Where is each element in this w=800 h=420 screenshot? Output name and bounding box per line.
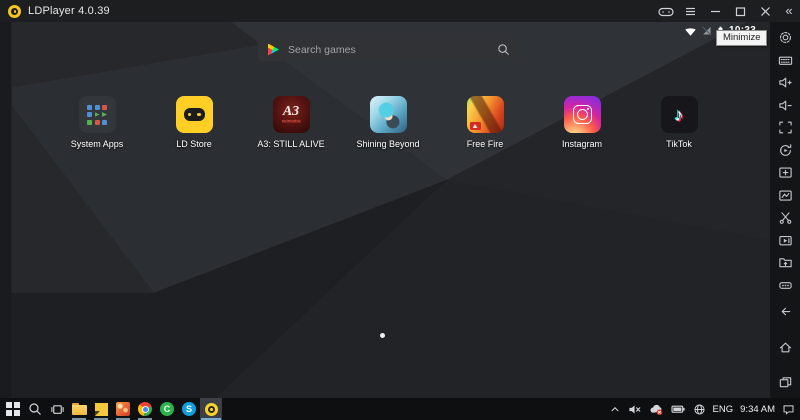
collapse-toolbar-icon[interactable]: « [778, 0, 800, 22]
app-label: Free Fire [467, 139, 504, 149]
volume-muted-icon[interactable] [628, 403, 642, 416]
ldplayer-taskbar-icon[interactable] [200, 398, 222, 420]
sticky-notes-icon[interactable] [90, 398, 112, 420]
taskbar-search-icon[interactable] [24, 398, 46, 420]
chevron-up-icon[interactable] [609, 403, 621, 415]
skype-icon[interactable]: S [178, 398, 200, 420]
battery-icon[interactable] [671, 403, 686, 415]
operation-record-icon[interactable] [778, 188, 793, 203]
sync-icon[interactable] [778, 143, 793, 158]
start-button[interactable] [2, 398, 24, 420]
photos-app-icon[interactable] [112, 398, 134, 420]
chrome-icon[interactable] [134, 398, 156, 420]
onedrive-error-icon[interactable] [649, 403, 664, 416]
file-explorer-icon[interactable] [68, 398, 90, 420]
shared-folder-icon[interactable] [778, 255, 793, 270]
app-grid: System Apps LD Store A3 netmarble A3: ST… [57, 96, 719, 149]
windows-logo-icon [6, 402, 19, 415]
app-shining-beyond[interactable]: Shining Beyond [348, 96, 428, 149]
tiktok-icon: ♪ [661, 96, 698, 133]
back-icon[interactable] [778, 304, 793, 319]
a3-icon: A3 netmarble [273, 96, 310, 133]
app-label: TikTok [666, 139, 692, 149]
window-title: LDPlayer 4.0.39 [28, 5, 110, 17]
app-instagram[interactable]: Instagram [542, 96, 622, 149]
minimize-tooltip: Minimize [716, 30, 767, 46]
app-system-apps[interactable]: System Apps [57, 96, 137, 149]
magnifier-icon[interactable] [497, 43, 510, 56]
app-ld-store[interactable]: LD Store [154, 96, 234, 149]
gamepad-icon[interactable] [653, 0, 678, 22]
keyboard-mapping-icon[interactable] [778, 53, 793, 68]
video-record-icon[interactable] [778, 233, 793, 248]
volume-up-icon[interactable] [778, 75, 793, 90]
ldplayer-logo-icon [8, 5, 21, 18]
system-apps-icon [79, 96, 116, 133]
ld-store-icon [176, 96, 213, 133]
app-label: Instagram [562, 139, 602, 149]
search-games-bar[interactable]: Search games [258, 38, 520, 61]
language-indicator[interactable]: ENG [713, 404, 734, 415]
app-c-icon[interactable]: C [156, 398, 178, 420]
maximize-button[interactable] [728, 0, 753, 22]
recent-apps-icon[interactable] [778, 375, 793, 390]
home-icon[interactable] [778, 340, 793, 355]
no-signal-icon [701, 25, 712, 36]
screenshot-icon[interactable] [778, 165, 793, 180]
system-tray: ENG 9:34 AM [609, 403, 797, 416]
emulator-toolbar [770, 22, 800, 398]
taskbar-clock[interactable]: 9:34 AM [740, 404, 775, 415]
volume-down-icon[interactable] [778, 98, 793, 113]
minimize-button[interactable] [703, 0, 728, 22]
ldplayer-window: LDPlayer 4.0.39 « [0, 0, 800, 420]
action-center-icon[interactable] [782, 403, 795, 416]
menu-icon[interactable] [678, 0, 703, 22]
app-free-fire[interactable]: Free Fire [445, 96, 525, 149]
fullscreen-icon[interactable] [778, 120, 793, 135]
windows-taskbar: C S ENG 9:34 AM [0, 398, 800, 420]
instagram-icon [564, 96, 601, 133]
app-label: A3: STILL ALIVE [257, 139, 324, 149]
cut-icon[interactable] [778, 210, 793, 225]
home-page-indicator [380, 333, 385, 338]
window-controls: « [653, 0, 800, 22]
title-bar: LDPlayer 4.0.39 « [0, 0, 800, 22]
network-icon[interactable] [693, 403, 706, 416]
android-screen: 10:33 Search games System Apps [0, 22, 770, 398]
app-tiktok[interactable]: ♪ TikTok [639, 96, 719, 149]
app-label: LD Store [176, 139, 212, 149]
more-icon[interactable] [778, 278, 793, 293]
google-play-icon [268, 44, 279, 56]
app-label: System Apps [71, 139, 124, 149]
app-label: Shining Beyond [356, 139, 419, 149]
wifi-icon [684, 25, 697, 37]
app-a3-still-alive[interactable]: A3 netmarble A3: STILL ALIVE [251, 96, 331, 149]
search-placeholder: Search games [288, 44, 356, 56]
task-view-icon[interactable] [46, 398, 68, 420]
shining-beyond-icon [370, 96, 407, 133]
settings-icon[interactable] [778, 30, 793, 45]
close-button[interactable] [753, 0, 778, 22]
free-fire-icon [467, 96, 504, 133]
